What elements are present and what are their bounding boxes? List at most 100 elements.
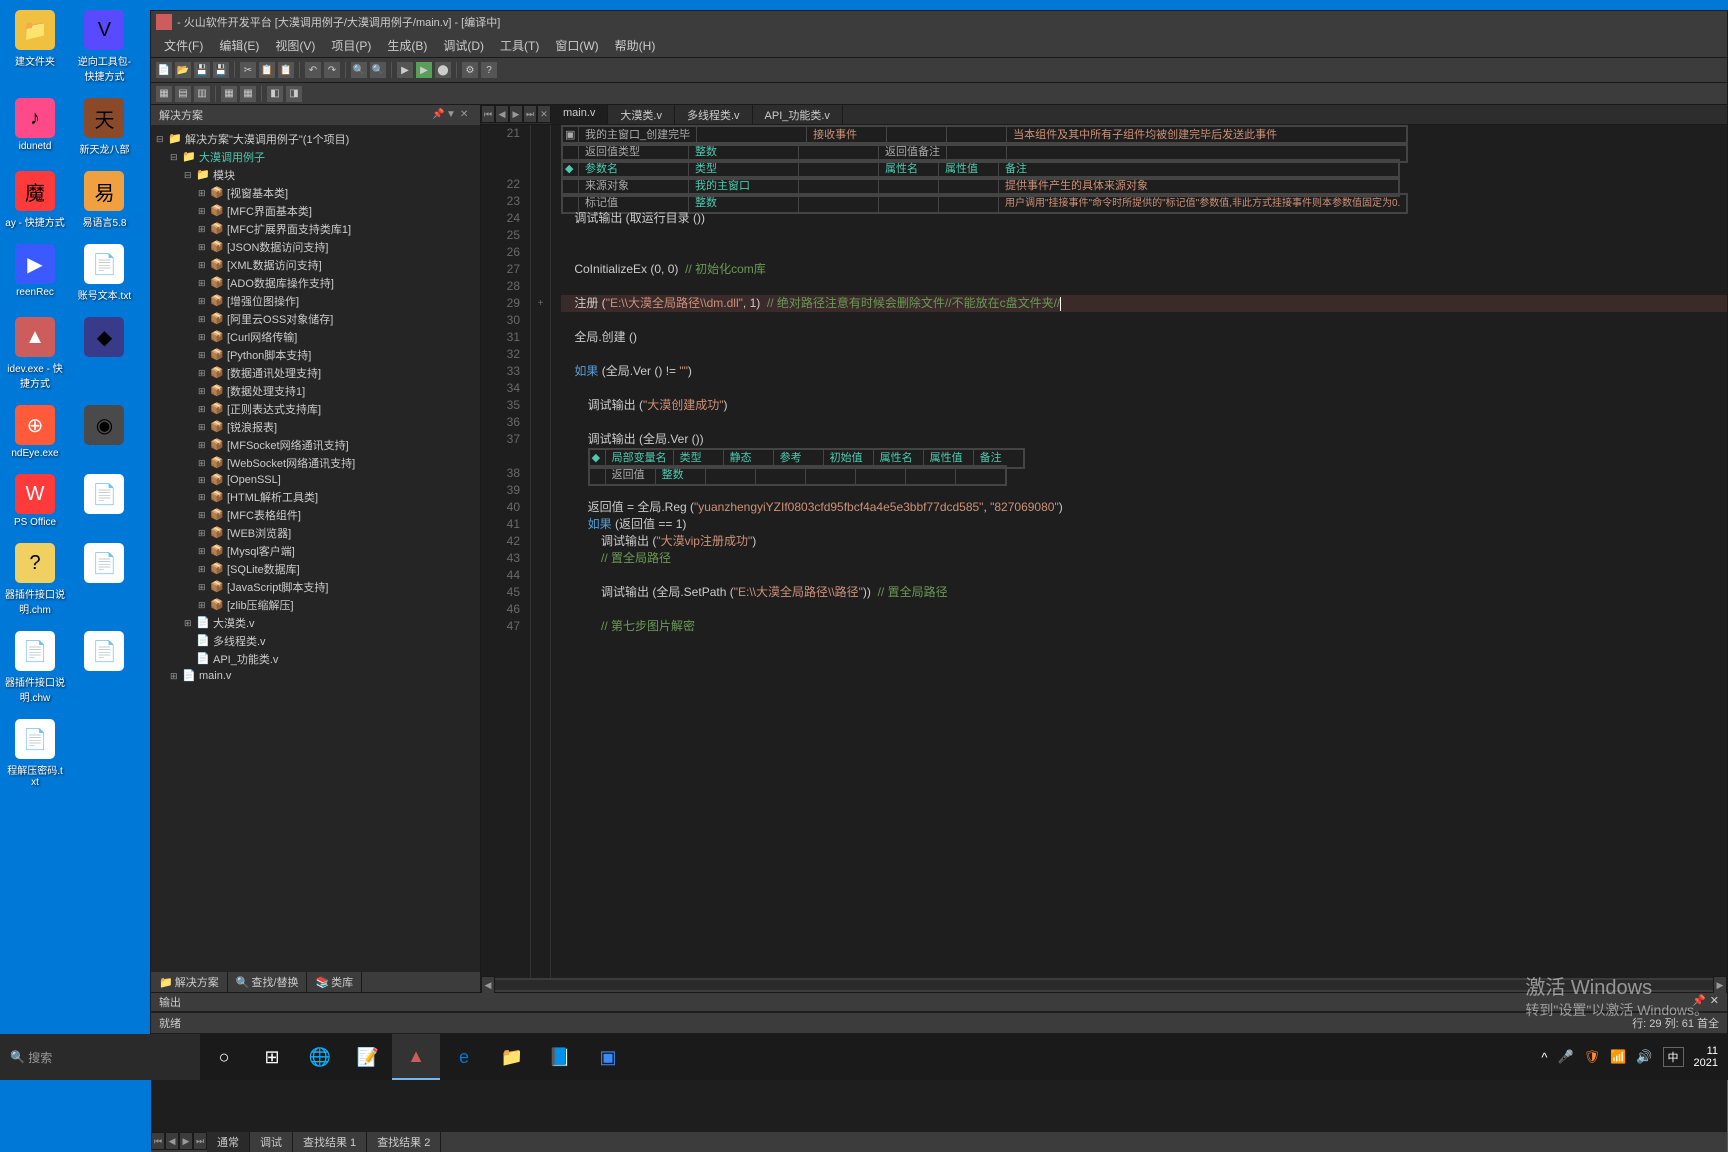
nav-next-icon[interactable]: ▶: [509, 105, 523, 123]
tree-module[interactable]: ⊞📦[WEB浏览器]: [156, 524, 475, 542]
tree-module[interactable]: ⊞📦[XML数据访问支持]: [156, 256, 475, 274]
new-icon[interactable]: 📄: [156, 62, 172, 78]
solution-tree[interactable]: ⊟📁解决方案"大漠调用例子"(1个项目) ⊟📁大漠调用例子 ⊟📁模块 ⊞📦[视窗…: [151, 125, 480, 972]
menu-view[interactable]: 视图(V): [267, 37, 323, 54]
build-icon[interactable]: ▶: [397, 62, 413, 78]
tb2-btn[interactable]: ▥: [194, 86, 210, 102]
menu-debug[interactable]: 调试(D): [435, 37, 492, 54]
tree-module[interactable]: ⊞📦[zlib压缩解压]: [156, 596, 475, 614]
desktop-icon[interactable]: ⊕ndEye.exe: [5, 405, 65, 459]
copy-icon[interactable]: 📋: [259, 62, 275, 78]
settings-icon[interactable]: ⚙: [462, 62, 478, 78]
editor-tab[interactable]: 大漠类.v: [608, 105, 675, 124]
nav-last-icon[interactable]: ⏭: [523, 105, 537, 123]
tray-vol-icon[interactable]: 🔊: [1636, 1049, 1652, 1065]
tree-module[interactable]: ⊞📦[MFC表格组件]: [156, 506, 475, 524]
code-editor[interactable]: 212223 2425262728 2930313233 34353637 38…: [481, 125, 1727, 978]
desktop-icon[interactable]: 📄: [74, 631, 134, 674]
tray-up-icon[interactable]: ^: [1541, 1050, 1547, 1065]
desktop-icon[interactable]: V逆向工具包-快捷方式: [74, 10, 134, 83]
editor-tab[interactable]: 多线程类.v: [675, 105, 753, 124]
desktop-icon[interactable]: 易易语言5.8: [74, 171, 134, 229]
task-app[interactable]: 📁: [488, 1034, 536, 1080]
otab-next-icon[interactable]: ▶: [179, 1132, 193, 1150]
output-tab[interactable]: 查找结果 2: [367, 1132, 441, 1152]
sidebar-tab-lib[interactable]: 📚类库: [307, 972, 362, 992]
desktop-icon[interactable]: ?器插件接口说明.chm: [5, 543, 65, 616]
desktop-icon[interactable]: 天新天龙八部: [74, 98, 134, 156]
desktop-icon[interactable]: 📄账号文本.txt: [74, 244, 134, 302]
tree-module[interactable]: ⊞📦[视窗基本类]: [156, 184, 475, 202]
tray-ime[interactable]: 中: [1663, 1047, 1684, 1067]
system-tray[interactable]: ^ 🎤 🛡 📶 🔊 中 11 2021: [1541, 1045, 1728, 1069]
open-icon[interactable]: 📂: [175, 62, 191, 78]
close-icon[interactable]: ✕: [460, 109, 472, 121]
desktop-icon[interactable]: ♪idunetd: [5, 98, 65, 152]
tb2-btn[interactable]: ▤: [175, 86, 191, 102]
nav-first-icon[interactable]: ⏮: [481, 105, 495, 123]
help-icon[interactable]: ?: [481, 62, 497, 78]
desktop-icon[interactable]: WPS Office: [5, 474, 65, 528]
task-app[interactable]: ▣: [584, 1034, 632, 1080]
desktop-icon[interactable]: 魔ay - 快捷方式: [5, 171, 65, 229]
taskview-icon[interactable]: ⊞: [248, 1034, 296, 1080]
tree-module[interactable]: ⊞📦[增强位图操作]: [156, 292, 475, 310]
tray-mic-icon[interactable]: 🎤: [1557, 1049, 1573, 1065]
tree-module[interactable]: ⊞📦[MFC扩展界面支持类库1]: [156, 220, 475, 238]
taskbar-search[interactable]: 🔍 搜索: [0, 1034, 200, 1080]
dropdown-icon[interactable]: ▼: [446, 109, 458, 121]
sidebar-tab-find[interactable]: 🔍查找/替换: [228, 972, 308, 992]
sidebar-tab-solution[interactable]: 📁解决方案: [151, 972, 228, 992]
tb2-btn[interactable]: ◧: [267, 86, 283, 102]
tree-module[interactable]: ⊞📦[MFC界面基本类]: [156, 202, 475, 220]
editor-tab[interactable]: main.v: [551, 105, 608, 124]
tree-module[interactable]: ⊞📦[阿里云OSS对象储存]: [156, 310, 475, 328]
desktop-icon[interactable]: 📄器插件接口说明.chw: [5, 631, 65, 704]
tree-module[interactable]: ⊞📦[JSON数据访问支持]: [156, 238, 475, 256]
save-icon[interactable]: 💾: [194, 62, 210, 78]
find-icon[interactable]: 🔍: [351, 62, 367, 78]
output-tab[interactable]: 查找结果 1: [293, 1132, 367, 1152]
tray-net-icon[interactable]: 📶: [1610, 1049, 1626, 1065]
saveall-icon[interactable]: 💾: [213, 62, 229, 78]
fold-gutter[interactable]: +: [531, 125, 551, 978]
desktop-icon[interactable]: 📄: [74, 543, 134, 586]
tree-module[interactable]: ⊞📦[JavaScript脚本支持]: [156, 578, 475, 596]
tree-module[interactable]: ⊞📦[数据处理支持1]: [156, 382, 475, 400]
tb2-btn[interactable]: ▦: [221, 86, 237, 102]
task-app[interactable]: ▲: [392, 1034, 440, 1080]
hscroll-left-icon[interactable]: ◀: [481, 976, 495, 994]
menu-window[interactable]: 窗口(W): [547, 37, 606, 54]
task-app[interactable]: 🌐: [296, 1034, 344, 1080]
tb2-btn[interactable]: ◨: [286, 86, 302, 102]
tray-time[interactable]: 11: [1694, 1045, 1718, 1057]
tree-module[interactable]: ⊞📦[SQLite数据库]: [156, 560, 475, 578]
hscroll-right-icon[interactable]: ▶: [1713, 976, 1727, 994]
titlebar[interactable]: - 火山软件开发平台 [大漠调用例子/大漠调用例子/main.v] - [编译中…: [151, 11, 1727, 33]
desktop-icon[interactable]: ▶reenRec: [5, 244, 65, 298]
nav-close-icon[interactable]: ✕: [537, 105, 551, 123]
tray-shield-icon[interactable]: 🛡: [1584, 1049, 1601, 1065]
desktop-icon[interactable]: 📁建文件夹: [5, 10, 65, 68]
tree-module[interactable]: ⊞📦[锐浪报表]: [156, 418, 475, 436]
output-tab[interactable]: 通常: [207, 1132, 250, 1152]
desktop-icon[interactable]: ◉: [74, 405, 134, 448]
otab-first-icon[interactable]: ⏮: [151, 1132, 165, 1150]
menu-edit[interactable]: 编辑(E): [211, 37, 267, 54]
tree-module[interactable]: ⊞📦[Mysql客户端]: [156, 542, 475, 560]
stop-icon[interactable]: ⬤: [435, 62, 451, 78]
task-app[interactable]: 📝: [344, 1034, 392, 1080]
tree-module[interactable]: ⊞📦[Python脚本支持]: [156, 346, 475, 364]
desktop-icon[interactable]: ◆: [74, 317, 134, 360]
tree-module[interactable]: ⊞📦[OpenSSL]: [156, 472, 475, 488]
close-icon[interactable]: ✕: [1710, 994, 1719, 1010]
undo-icon[interactable]: ↶: [305, 62, 321, 78]
tree-module[interactable]: ⊞📦[ADO数据库操作支持]: [156, 274, 475, 292]
nav-prev-icon[interactable]: ◀: [495, 105, 509, 123]
replace-icon[interactable]: 🔍: [370, 62, 386, 78]
tree-module[interactable]: ⊞📦[数据通讯处理支持]: [156, 364, 475, 382]
tb2-btn[interactable]: ▦: [240, 86, 256, 102]
tree-module[interactable]: ⊞📦[MFSocket网络通讯支持]: [156, 436, 475, 454]
otab-prev-icon[interactable]: ◀: [165, 1132, 179, 1150]
desktop-icon[interactable]: ▲idev.exe - 快捷方式: [5, 317, 65, 390]
